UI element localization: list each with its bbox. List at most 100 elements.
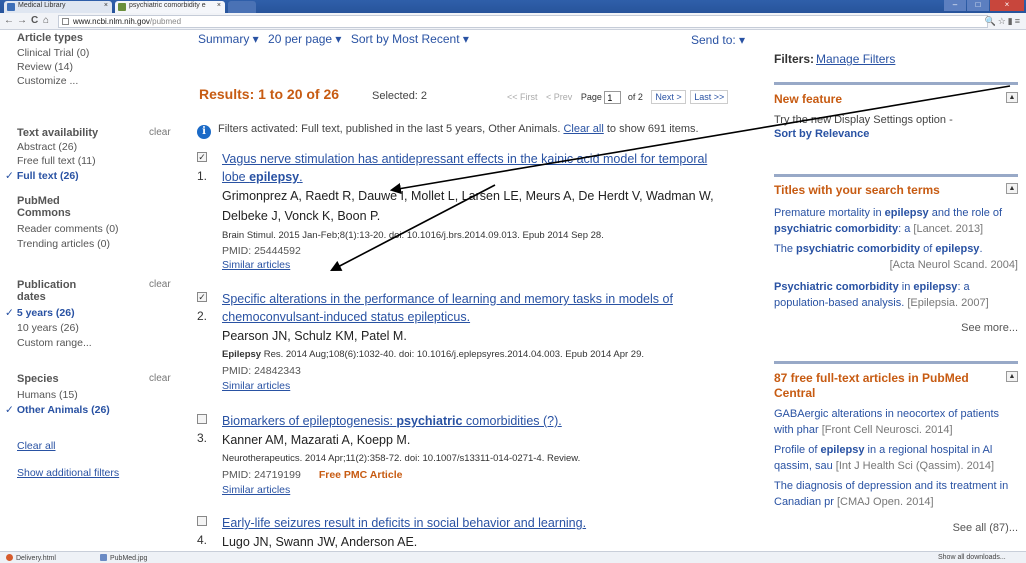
result-number: 4.: [197, 533, 208, 547]
selected-count: Selected: 2: [372, 90, 428, 102]
result-citation: Brain Stimul. 2015 Jan-Feb;8(1):13-20. d…: [222, 230, 604, 241]
new-tab-button[interactable]: [228, 1, 256, 13]
publication-dates-heading: Publication dates: [17, 279, 77, 303]
clear-text-availability[interactable]: clear: [149, 127, 171, 138]
close-tab-icon[interactable]: ×: [104, 2, 108, 9]
summary-dropdown[interactable]: Summary ▾: [198, 32, 259, 46]
result-title-link[interactable]: Biomarkers of epileptogenesis: psychiatr…: [222, 412, 732, 430]
result-authors: Grimonprez A, Raedt R, Dauwe I, Mollet L…: [222, 189, 714, 223]
clear-all-link[interactable]: Clear all: [563, 123, 603, 135]
results-heading: Results: 1 to 20 of 26: [199, 86, 340, 102]
filter-trending-articles[interactable]: Trending articles (0): [17, 238, 110, 250]
reload-icon[interactable]: C: [31, 15, 38, 26]
download-item[interactable]: Delivery.html: [6, 554, 56, 562]
maximize-icon[interactable]: □: [967, 0, 989, 11]
last-page-button[interactable]: Last >>: [690, 89, 729, 104]
pagination: << First < Prev Page of 2 Next > Last >>: [507, 89, 729, 104]
result-number: 2.: [197, 309, 208, 323]
customize-article-types[interactable]: Customize ...: [17, 75, 78, 87]
page-icon: [62, 18, 69, 25]
tab-pubmed-search[interactable]: psychiatric comorbidity e ×: [115, 1, 225, 13]
result-checkbox[interactable]: ✓: [197, 292, 207, 302]
first-page-link[interactable]: << First: [507, 92, 538, 102]
filter-review[interactable]: Review (14): [17, 61, 73, 73]
browser-tools-icons[interactable]: 🔍☆▮≡: [985, 16, 1022, 27]
collapse-toggle-icon[interactable]: ▲: [1006, 92, 1018, 103]
library-favicon-icon: [7, 3, 15, 11]
next-page-button[interactable]: Next >: [651, 89, 686, 104]
filter-clinical-trial[interactable]: Clinical Trial (0): [17, 47, 89, 59]
result-checkbox[interactable]: [197, 414, 207, 424]
collapse-toggle-icon[interactable]: ▲: [1006, 183, 1018, 194]
species-heading: Species: [17, 373, 59, 385]
check-icon: ✓: [5, 307, 14, 319]
download-shelf: Delivery.html PubMed.jpg Show all downlo…: [0, 551, 1026, 563]
similar-articles-link[interactable]: Similar articles: [222, 259, 290, 271]
check-icon: ✓: [5, 170, 14, 182]
forward-icon[interactable]: →: [17, 15, 27, 26]
result-pmid: PMID: 25444592: [222, 245, 301, 257]
result-title-link[interactable]: Early-life seizures result in deficits i…: [222, 514, 732, 532]
sort-by-relevance-link[interactable]: Sort by Relevance: [774, 126, 1018, 142]
filter-reader-comments[interactable]: Reader comments (0): [17, 223, 119, 235]
page-number-input[interactable]: [604, 91, 622, 104]
filter-humans[interactable]: Humans (15): [17, 389, 78, 401]
manage-filters-link[interactable]: Manage Filters: [816, 52, 895, 66]
browser-tab-bar: Medical Library × psychiatric comorbidit…: [0, 0, 1026, 13]
titles-box-title: Titles with your search terms: [774, 183, 940, 197]
titles-with-search-terms-box: Titles with your search terms ▲ Prematur…: [774, 174, 1018, 344]
url-field[interactable]: www.ncbi.nlm.nih.gov/pubmed: [58, 15, 988, 28]
per-page-dropdown[interactable]: 20 per page ▾: [268, 32, 341, 46]
result-title-link[interactable]: Specific alterations in the performance …: [222, 290, 732, 326]
page-label: Page: [580, 91, 602, 102]
close-tab-icon[interactable]: ×: [217, 2, 221, 9]
sort-dropdown[interactable]: Sort by Most Recent ▾: [351, 32, 469, 46]
check-icon: ✓: [5, 404, 14, 416]
related-title-link[interactable]: Psychiatric comorbidity in epilepsy: a p…: [774, 279, 1018, 311]
pubmed-commons-heading: PubMed Commons: [17, 195, 71, 219]
result-number: 1.: [197, 169, 208, 183]
free-article-link[interactable]: The diagnosis of depression and its trea…: [774, 478, 1018, 510]
see-all-link[interactable]: See all (87)...: [953, 522, 1018, 534]
result-number: 3.: [197, 431, 208, 445]
result-title-link[interactable]: Vagus nerve stimulation has antidepressa…: [222, 150, 732, 186]
result-checkbox[interactable]: ✓: [197, 152, 207, 162]
free-article-link[interactable]: GABAergic alterations in neocortex of pa…: [774, 406, 1018, 438]
clear-all-filters-link[interactable]: Clear all: [17, 440, 56, 452]
collapse-toggle-icon[interactable]: ▲: [1006, 371, 1018, 382]
free-article-link[interactable]: Profile of epilepsy in a regional hospit…: [774, 442, 1018, 474]
show-additional-filters-link[interactable]: Show additional filters: [17, 467, 119, 479]
result-citation: Epilepsy Res. 2014 Aug;108(6):1032-40. d…: [222, 349, 645, 360]
image-file-icon: [100, 554, 107, 561]
home-icon[interactable]: ⌂: [43, 15, 49, 26]
download-item[interactable]: PubMed.jpg: [100, 554, 147, 562]
filter-other-animals[interactable]: ✓ Other Animals (26): [5, 404, 110, 416]
similar-articles-link[interactable]: Similar articles: [222, 380, 290, 392]
filter-custom-range[interactable]: Custom range...: [17, 337, 92, 349]
clear-publication-dates[interactable]: clear: [149, 279, 171, 290]
new-feature-title: New feature: [774, 92, 843, 106]
filter-full-text[interactable]: ✓ Full text (26): [5, 170, 79, 182]
filter-5-years[interactable]: ✓ 5 years (26): [5, 307, 75, 319]
related-title-link[interactable]: The psychiatric comorbidity of epilepsy.…: [774, 241, 1018, 273]
filter-abstract[interactable]: Abstract (26): [17, 141, 77, 153]
see-more-link[interactable]: See more...: [961, 322, 1018, 334]
free-full-text-box: 87 free full-text articles in PubMed Cen…: [774, 361, 1018, 561]
filter-10-years[interactable]: 10 years (26): [17, 322, 79, 334]
filters-header: Filters: Manage Filters: [774, 52, 896, 66]
minimize-icon[interactable]: –: [944, 0, 966, 11]
tab-medical-library[interactable]: Medical Library ×: [4, 1, 112, 13]
similar-articles-link[interactable]: Similar articles: [222, 484, 290, 496]
send-to-dropdown[interactable]: Send to: ▾: [691, 33, 745, 47]
show-all-downloads-link[interactable]: Show all downloads...: [938, 554, 1006, 561]
page-total: of 2: [627, 91, 643, 102]
info-icon: i: [197, 125, 211, 139]
close-window-icon[interactable]: ×: [990, 0, 1024, 11]
related-title-link[interactable]: Premature mortality in epilepsy and the …: [774, 205, 1018, 237]
filter-free-full-text[interactable]: Free full text (11): [17, 155, 96, 167]
clear-species[interactable]: clear: [149, 373, 171, 384]
prev-page-link[interactable]: < Prev: [546, 92, 572, 102]
result-checkbox[interactable]: [197, 516, 207, 526]
back-icon[interactable]: ←: [4, 15, 14, 26]
chrome-icon: [6, 554, 13, 561]
